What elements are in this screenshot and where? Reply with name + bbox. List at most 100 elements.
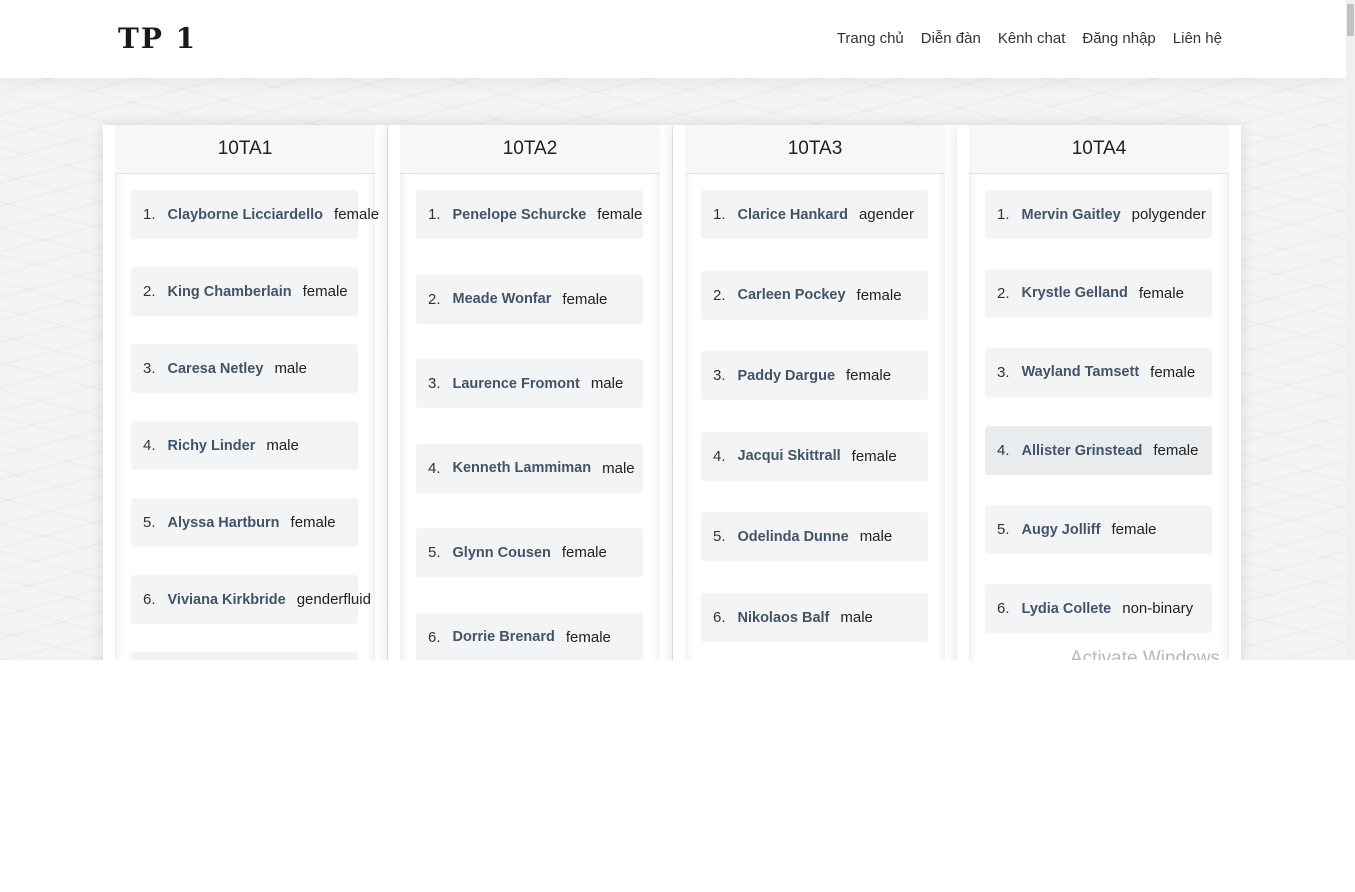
student-name: Viviana Kirkbride bbox=[167, 591, 286, 608]
class-column-panel: 10TA3 1. Clarice Hankard agender 2. Carleen P… bbox=[685, 125, 945, 660]
site-logo[interactable]: TP 1 bbox=[118, 22, 197, 55]
student-number: 4. bbox=[428, 459, 441, 477]
student-name: Carleen Pockey bbox=[737, 287, 846, 304]
student-name: Caresa Netley bbox=[167, 360, 264, 377]
student-list-item[interactable]: 1. Clayborne Licciardello female bbox=[131, 190, 379, 239]
class-column: 10TA1 1. Clayborne Licciardello female 2. Kin… bbox=[103, 125, 387, 660]
student-name: Laurence Fromont bbox=[452, 375, 580, 392]
student-name: Meade Wonfar bbox=[452, 291, 552, 307]
student-number: 6. bbox=[143, 591, 156, 608]
student-name: Jacqui Skittrall bbox=[737, 448, 841, 465]
scrollbar-thumb[interactable] bbox=[1347, 4, 1354, 36]
student-name: Nikolaos Balf bbox=[737, 609, 830, 626]
class-column: 10TA2 1. Penelope Schurcke female 2. Meade Wo… bbox=[388, 125, 672, 660]
student-list-item[interactable]: 4. Allister Grinstead female bbox=[985, 426, 1212, 476]
student-name: Penelope Schurcke bbox=[452, 206, 587, 223]
class-title: 10TA1 bbox=[115, 125, 375, 174]
student-gender: male bbox=[266, 437, 299, 454]
student-name: Paddy Dargue bbox=[737, 367, 836, 384]
student-gender: female bbox=[846, 367, 892, 385]
student-gender: genderfluid bbox=[296, 591, 371, 608]
student-list-item[interactable]: 5. Odelinda Dunne male bbox=[701, 512, 928, 562]
student-list-item[interactable]: 1. Penelope Schurcke female bbox=[416, 190, 643, 239]
student-list-item[interactable] bbox=[131, 652, 358, 660]
student-name: Augy Jolliff bbox=[1021, 521, 1101, 538]
student-list-item[interactable]: 2. Meade Wonfar female bbox=[416, 274, 643, 324]
nav-forum[interactable]: Diễn đàn bbox=[921, 30, 981, 47]
student-list-item[interactable]: 1. Clarice Hankard agender bbox=[701, 190, 928, 239]
nav-chat[interactable]: Kênh chat bbox=[998, 30, 1066, 47]
student-name: Wayland Tamsett bbox=[1021, 364, 1140, 381]
student-number: 3. bbox=[428, 375, 441, 392]
student-name: Krystle Gelland bbox=[1021, 285, 1128, 302]
student-number: 1. bbox=[997, 206, 1010, 223]
student-name: Mervin Gaitley bbox=[1021, 206, 1121, 223]
student-gender: female bbox=[562, 290, 608, 308]
student-name: King Chamberlain bbox=[167, 283, 292, 300]
student-list-item[interactable]: 4. Kenneth Lammiman male bbox=[416, 443, 643, 493]
student-name: Odelinda Dunne bbox=[737, 528, 849, 545]
class-title: 10TA3 bbox=[685, 125, 945, 174]
student-number: 1. bbox=[428, 206, 441, 223]
student-number: 5. bbox=[713, 528, 726, 546]
student-list-item[interactable]: 4. Richy Linder male bbox=[131, 421, 358, 470]
student-number: 5. bbox=[143, 514, 156, 531]
student-number: 2. bbox=[428, 290, 441, 308]
page-scrollbar[interactable] bbox=[1346, 0, 1355, 660]
student-number: 3. bbox=[713, 367, 726, 385]
student-list-item[interactable]: 3. Wayland Tamsett female bbox=[985, 347, 1212, 397]
student-gender: polygender bbox=[1131, 206, 1206, 223]
student-list-item[interactable]: 6. Viviana Kirkbride genderfluid bbox=[131, 575, 371, 624]
student-list-item[interactable]: 6. Lydia Collete non-binary bbox=[985, 584, 1212, 633]
student-name: Kenneth Lammiman bbox=[452, 460, 592, 476]
student-list-item[interactable]: 3. Caresa Netley male bbox=[131, 344, 358, 393]
student-number: 6. bbox=[713, 609, 726, 626]
student-number: 5. bbox=[428, 544, 441, 561]
class-column: 10TA4 1. Mervin Gaitley polygender 2. Krystle… bbox=[957, 125, 1241, 660]
nav-home[interactable]: Trang chủ bbox=[837, 30, 904, 47]
nav-contact[interactable]: Liên hệ bbox=[1173, 30, 1222, 47]
student-name: Alyssa Hartburn bbox=[167, 514, 280, 531]
student-name: Allister Grinstead bbox=[1021, 442, 1143, 459]
class-column-panel: 10TA4 1. Mervin Gaitley polygender 2. Krystle… bbox=[969, 125, 1229, 660]
student-list-item[interactable]: 5. Augy Jolliff female bbox=[985, 505, 1212, 555]
student-list-item[interactable]: 6. Nikolaos Balf male bbox=[701, 593, 928, 642]
student-name: Richy Linder bbox=[167, 437, 256, 454]
student-number: 3. bbox=[997, 363, 1010, 381]
student-list-item[interactable]: 2. Carleen Pockey female bbox=[701, 270, 928, 320]
student-gender: non-binary bbox=[1122, 600, 1194, 617]
main-nav: Trang chủ Diễn đàn Kênh chat Đăng nhập L… bbox=[837, 30, 1222, 47]
student-number: 4. bbox=[143, 437, 156, 454]
nav-login[interactable]: Đăng nhập bbox=[1082, 30, 1155, 47]
student-gender: female bbox=[597, 206, 643, 223]
student-gender: male bbox=[602, 459, 635, 477]
student-gender: female bbox=[290, 514, 336, 531]
student-list-item[interactable]: 3. Paddy Dargue female bbox=[701, 351, 928, 401]
student-name: Clarice Hankard bbox=[737, 206, 848, 223]
student-list-item[interactable]: 3. Laurence Fromont male bbox=[416, 359, 643, 408]
student-list-item[interactable]: 2. King Chamberlain female bbox=[131, 267, 358, 316]
student-number: 4. bbox=[997, 442, 1010, 460]
student-list-item[interactable]: 1. Mervin Gaitley polygender bbox=[985, 190, 1212, 239]
class-title: 10TA4 bbox=[969, 125, 1229, 174]
activate-windows-watermark: Activate Windows bbox=[1070, 648, 1220, 660]
student-list-item[interactable]: 5. Alyssa Hartburn female bbox=[131, 498, 358, 547]
student-number: 6. bbox=[428, 628, 441, 646]
student-gender: female bbox=[1153, 442, 1199, 460]
student-list-item[interactable]: 5. Glynn Cousen female bbox=[416, 528, 643, 577]
student-number: 3. bbox=[143, 360, 156, 377]
student-list-item[interactable]: 4. Jacqui Skittrall female bbox=[701, 431, 928, 481]
student-list-item[interactable]: 2. Krystle Gelland female bbox=[985, 268, 1212, 318]
student-number: 2. bbox=[143, 283, 156, 300]
student-gender: male bbox=[274, 360, 307, 377]
student-name: Clayborne Licciardello bbox=[167, 206, 324, 223]
student-gender: female bbox=[1150, 363, 1196, 381]
student-list-item[interactable]: 6. Dorrie Brenard female bbox=[416, 612, 643, 660]
student-number: 2. bbox=[997, 284, 1010, 302]
class-column-panel: 10TA2 1. Penelope Schurcke female 2. Meade Wo… bbox=[400, 125, 660, 660]
student-number: 6. bbox=[997, 600, 1010, 617]
student-number: 5. bbox=[997, 521, 1010, 539]
student-gender: female bbox=[565, 628, 611, 646]
student-number: 4. bbox=[713, 447, 726, 465]
class-column: 10TA3 1. Clarice Hankard agender 2. Carleen P… bbox=[673, 125, 957, 660]
